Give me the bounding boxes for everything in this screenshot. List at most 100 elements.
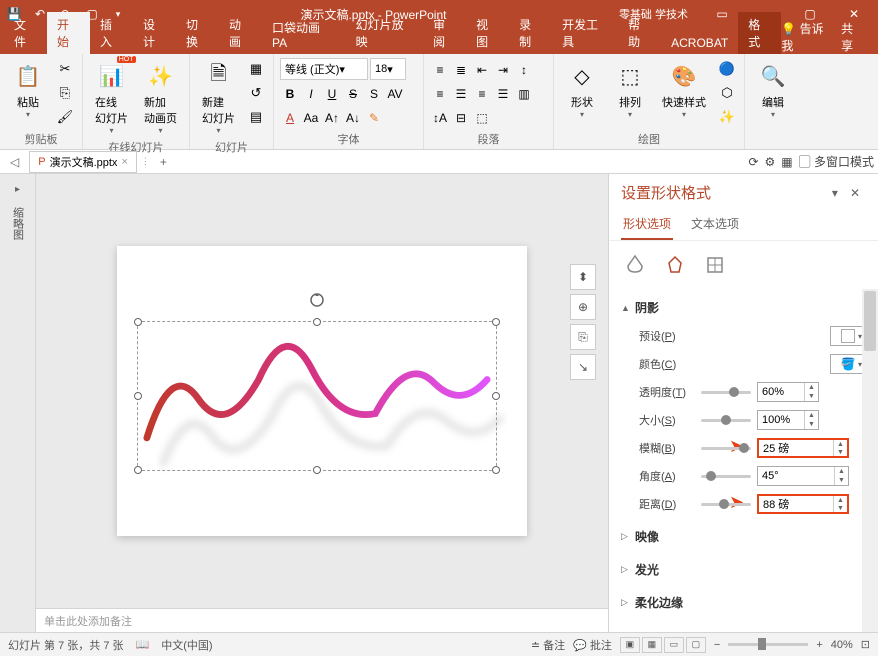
slide-counter[interactable]: 幻灯片 第 7 张，共 7 张: [8, 637, 124, 653]
distance-spinner[interactable]: 88 磅▲▼: [757, 494, 849, 514]
align-right-button[interactable]: ≡: [472, 84, 492, 104]
underline-button[interactable]: U: [322, 84, 342, 104]
resize-handle[interactable]: [313, 466, 321, 474]
ribbon-options-icon[interactable]: ▭: [702, 0, 742, 28]
tab-record[interactable]: 录制: [509, 12, 552, 54]
section-reflection-header[interactable]: ▷ 映像: [621, 522, 866, 551]
tab-transitions[interactable]: 切换: [176, 12, 219, 54]
section-glow-header[interactable]: ▷ 发光: [621, 555, 866, 584]
expand-thumbnails-icon[interactable]: ▸: [15, 184, 20, 195]
tab-review[interactable]: 审阅: [423, 12, 466, 54]
tab-animations[interactable]: 动画: [219, 12, 262, 54]
selection-box[interactable]: [137, 321, 497, 471]
align-text-button[interactable]: ⊟: [451, 108, 471, 128]
settings-icon[interactable]: ⚙: [765, 155, 776, 169]
design-tool-icon[interactable]: ⊕: [570, 294, 596, 320]
new-slide-button[interactable]: 🗎 新建 幻灯片 ▾: [196, 58, 241, 137]
smartart-button[interactable]: ⬚: [472, 108, 492, 128]
tab-developer[interactable]: 开发工具: [552, 12, 618, 54]
tab-acrobat[interactable]: ACROBAT: [661, 32, 738, 54]
reset-icon[interactable]: ↺: [245, 82, 267, 104]
comments-toggle[interactable]: 💬 批注: [573, 637, 612, 653]
tab-design[interactable]: 设计: [133, 12, 176, 54]
indent-dec-button[interactable]: ⇤: [472, 60, 492, 80]
pane-tab-shape[interactable]: 形状选项: [621, 211, 673, 240]
zoom-slider[interactable]: [728, 643, 808, 646]
blur-slider[interactable]: [701, 447, 751, 450]
bold-button[interactable]: B: [280, 84, 300, 104]
tab-dropdown-icon[interactable]: ⋮: [141, 156, 150, 167]
align-center-button[interactable]: ☰: [451, 84, 471, 104]
align-left-button[interactable]: ≡: [430, 84, 450, 104]
spell-check-icon[interactable]: 📖: [136, 638, 150, 651]
pane-scrollbar[interactable]: [862, 289, 878, 632]
change-case-button[interactable]: Aa: [301, 108, 321, 128]
strikethrough-button[interactable]: S: [343, 84, 363, 104]
tab-format[interactable]: 格式: [738, 12, 781, 54]
columns-button[interactable]: ▥: [514, 84, 534, 104]
tab-pocket-anim[interactable]: 口袋动画 PA: [262, 15, 346, 54]
angle-slider[interactable]: [701, 475, 751, 478]
notes-toggle[interactable]: ≐ 备注: [531, 637, 565, 653]
share-button[interactable]: 共享: [841, 20, 864, 54]
slideshow-view-icon[interactable]: ▢: [686, 637, 706, 653]
online-slide-button[interactable]: 📊HOT 在线 幻灯片 ▾: [89, 58, 134, 137]
new-tab-icon[interactable]: +: [154, 155, 173, 169]
resize-handle[interactable]: [134, 392, 142, 400]
char-spacing-button[interactable]: AV: [385, 84, 405, 104]
tab-insert[interactable]: 插入: [90, 12, 133, 54]
editing-button[interactable]: 🔍 编辑 ▾: [751, 58, 795, 121]
justify-button[interactable]: ☰: [493, 84, 513, 104]
tell-me[interactable]: 💡 告诉我: [781, 20, 833, 54]
preset-combo[interactable]: ▾: [830, 326, 866, 346]
arrange-button[interactable]: ⬚ 排列 ▾: [608, 58, 652, 121]
resize-handle[interactable]: [313, 318, 321, 326]
grid-icon[interactable]: ▦: [781, 155, 792, 169]
refresh-icon[interactable]: ⟳: [748, 155, 758, 169]
nav-prev-icon[interactable]: ◁: [4, 155, 25, 169]
resize-handle[interactable]: [492, 392, 500, 400]
shadow-text-button[interactable]: S: [364, 84, 384, 104]
layout-icon[interactable]: ▦: [245, 58, 267, 80]
notes-area[interactable]: 单击此处添加备注: [36, 608, 608, 632]
shape-outline-icon[interactable]: ⬡: [716, 82, 738, 104]
transparency-slider[interactable]: [701, 391, 751, 394]
bullets-button[interactable]: ≡: [430, 60, 450, 80]
zoom-out-icon[interactable]: −: [714, 639, 720, 651]
resize-handle[interactable]: [134, 318, 142, 326]
shrink-font-button[interactable]: A↓: [343, 108, 363, 128]
normal-view-icon[interactable]: ▣: [620, 637, 640, 653]
font-color-button[interactable]: A: [280, 108, 300, 128]
section-icon[interactable]: ▤: [245, 106, 267, 128]
italic-button[interactable]: I: [301, 84, 321, 104]
layout-tool-icon[interactable]: ⬍: [570, 264, 596, 290]
clear-format-button[interactable]: ✎: [364, 108, 384, 128]
paste-button[interactable]: 📋 粘贴 ▾: [6, 58, 50, 121]
resize-handle[interactable]: [492, 318, 500, 326]
slide-canvas[interactable]: [117, 246, 527, 536]
line-spacing-button[interactable]: ↕: [514, 60, 534, 80]
indent-inc-button[interactable]: ⇥: [493, 60, 513, 80]
pane-tab-text[interactable]: 文本选项: [689, 211, 741, 240]
color-combo[interactable]: 🪣▾: [830, 354, 866, 374]
more-tool-icon[interactable]: ↘: [570, 354, 596, 380]
zoom-in-icon[interactable]: +: [816, 639, 822, 651]
blur-spinner[interactable]: 25 磅▲▼: [757, 438, 849, 458]
format-painter-icon[interactable]: 🖌: [54, 106, 76, 128]
resize-handle[interactable]: [134, 466, 142, 474]
document-tab[interactable]: P 演示文稿.pptx ×: [29, 151, 137, 173]
effects-icon[interactable]: [661, 251, 689, 279]
tab-view[interactable]: 视图: [466, 12, 509, 54]
grow-font-button[interactable]: A↑: [322, 108, 342, 128]
shape-effects-icon[interactable]: ✨: [716, 106, 738, 128]
sorter-view-icon[interactable]: ▦: [642, 637, 662, 653]
angle-spinner[interactable]: 45°▲▼: [757, 466, 849, 486]
multiwindow-toggle[interactable]: ▢ 多窗口模式: [799, 153, 874, 170]
cut-icon[interactable]: ✂: [54, 58, 76, 80]
section-soft-edges-header[interactable]: ▷ 柔化边缘: [621, 588, 866, 617]
section-shadow-header[interactable]: ▲ 阴影: [621, 293, 866, 322]
size-props-icon[interactable]: [701, 251, 729, 279]
copy-tool-icon[interactable]: ⎘: [570, 324, 596, 350]
distance-slider[interactable]: [701, 503, 751, 506]
size-slider[interactable]: [701, 419, 751, 422]
